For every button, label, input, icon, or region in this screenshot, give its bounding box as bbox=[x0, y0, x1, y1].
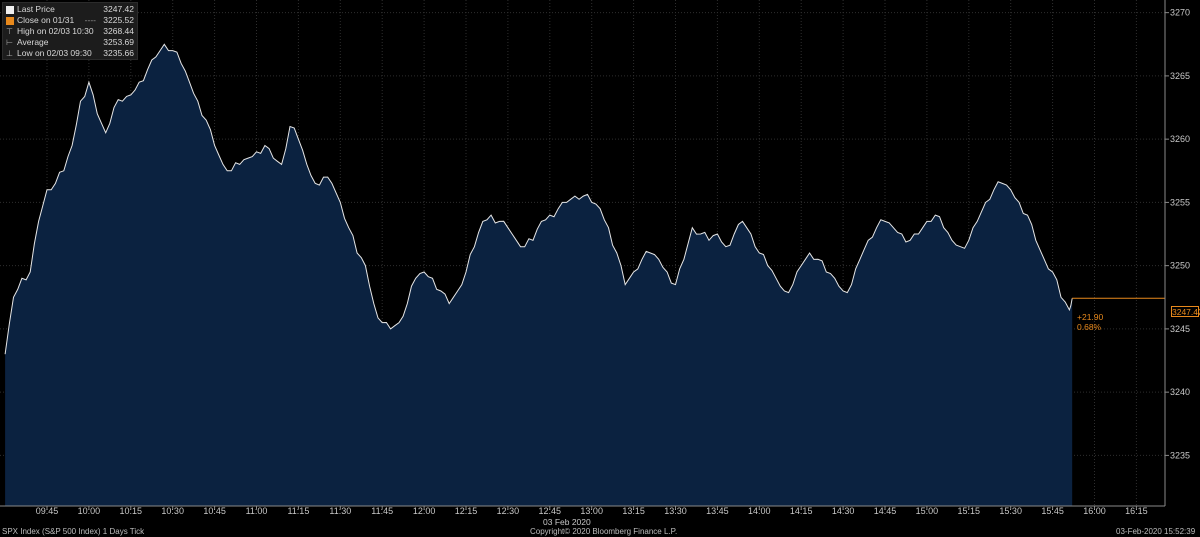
x-tick-label: 13:15 bbox=[622, 506, 645, 516]
footer-bar: SPX Index (S&P 500 Index) 1 Days Tick Co… bbox=[0, 527, 1200, 537]
x-tick-label: 12:00 bbox=[413, 506, 436, 516]
y-tick-label: 3245 bbox=[1170, 324, 1190, 334]
legend-value: 3253.69 bbox=[103, 37, 134, 47]
legend-high: ⊤ High on 02/03 10:30 3268.44 bbox=[6, 26, 134, 37]
y-tick-label: 3250 bbox=[1170, 261, 1190, 271]
footer-ticker: SPX Index (S&P 500 Index) 1 Days Tick bbox=[2, 527, 145, 536]
x-tick-label: 12:30 bbox=[497, 506, 520, 516]
x-tick-label: 09:45 bbox=[36, 506, 59, 516]
legend-close: Close on 01/31 ---- 3225.52 bbox=[6, 15, 134, 26]
x-tick-label: 15:45 bbox=[1041, 506, 1064, 516]
x-tick-label: 14:30 bbox=[832, 506, 855, 516]
legend-value: 3268.44 bbox=[103, 26, 134, 36]
footer-timestamp: 03-Feb-2020 15:52:39 bbox=[1116, 527, 1196, 536]
legend-label: High on 02/03 10:30 bbox=[17, 26, 94, 36]
change-percent: 0.68% bbox=[1077, 322, 1102, 332]
x-tick-label: 11:15 bbox=[287, 506, 309, 516]
legend-low: ⊥ Low on 02/03 09:30 3235.66 bbox=[6, 48, 134, 59]
x-tick-label: 13:30 bbox=[664, 506, 687, 516]
y-tick-label: 3270 bbox=[1170, 8, 1190, 18]
high-marker-icon: ⊤ bbox=[6, 26, 13, 36]
x-tick-label: 15:30 bbox=[999, 506, 1022, 516]
x-tick-label: 15:15 bbox=[958, 506, 981, 516]
y-tick-label: 3260 bbox=[1170, 134, 1190, 144]
y-tick-label: 3240 bbox=[1170, 387, 1190, 397]
x-tick-label: 12:15 bbox=[455, 506, 478, 516]
legend-average: ⊢ Average 3253.69 bbox=[6, 37, 134, 48]
y-axis-ticks: 3235 3240 3245 3250 3255 3260 3265 3270 bbox=[1165, 8, 1190, 460]
legend-value: 3225.52 bbox=[103, 15, 134, 25]
legend-label: Low on 02/03 09:30 bbox=[17, 48, 92, 58]
legend-value: 3247.42 bbox=[103, 4, 134, 14]
legend-label: Close on 01/31 bbox=[17, 15, 75, 25]
x-tick-label: 12:45 bbox=[539, 506, 562, 516]
x-tick-label: 13:45 bbox=[706, 506, 729, 516]
price-chart: 3235 3240 3245 3250 3255 3260 3265 3270 09:45 10… bbox=[0, 0, 1190, 516]
x-axis-date: 03 Feb 2020 bbox=[543, 517, 591, 527]
dashed-line-icon: ---- bbox=[84, 15, 96, 25]
y-tick-label: 3265 bbox=[1170, 71, 1190, 81]
x-tick-label: 10:45 bbox=[203, 506, 226, 516]
x-tick-label: 14:15 bbox=[790, 506, 813, 516]
y-tick-label: 3255 bbox=[1170, 197, 1190, 207]
x-tick-label: 11:45 bbox=[371, 506, 393, 516]
x-tick-label: 16:00 bbox=[1083, 506, 1106, 516]
x-tick-label: 14:45 bbox=[874, 506, 897, 516]
legend-box: Last Price 3247.42 Close on 01/31 ---- 3… bbox=[2, 2, 138, 60]
legend-last-price: Last Price 3247.42 bbox=[6, 4, 134, 15]
legend-value: 3235.66 bbox=[103, 48, 134, 58]
legend-label: Last Price bbox=[17, 4, 55, 14]
low-marker-icon: ⊥ bbox=[6, 48, 13, 58]
x-tick-label: 14:00 bbox=[748, 506, 771, 516]
last-price-tag: 3247.42 bbox=[1171, 306, 1200, 317]
last-price-swatch bbox=[6, 5, 14, 14]
x-tick-label: 10:15 bbox=[120, 506, 143, 516]
x-tick-label: 11:30 bbox=[329, 506, 351, 516]
x-tick-label: 10:30 bbox=[161, 506, 184, 516]
close-swatch bbox=[6, 16, 14, 25]
legend-label: Average bbox=[17, 37, 49, 47]
x-tick-label: 11:00 bbox=[246, 506, 268, 516]
x-tick-label: 10:00 bbox=[78, 506, 101, 516]
x-tick-label: 16:15 bbox=[1125, 506, 1148, 516]
x-tick-label: 13:00 bbox=[580, 506, 603, 516]
y-tick-label: 3235 bbox=[1170, 450, 1190, 460]
change-absolute: +21.90 bbox=[1077, 312, 1104, 322]
footer-copyright: Copyright© 2020 Bloomberg Finance L.P. bbox=[530, 527, 678, 536]
x-tick-label: 15:00 bbox=[916, 506, 939, 516]
x-axis-ticks: 09:45 10:00 10:15 10:30 10:45 11:00 11:15 11:30… bbox=[36, 506, 1148, 516]
average-marker-icon: ⊢ bbox=[6, 37, 13, 47]
